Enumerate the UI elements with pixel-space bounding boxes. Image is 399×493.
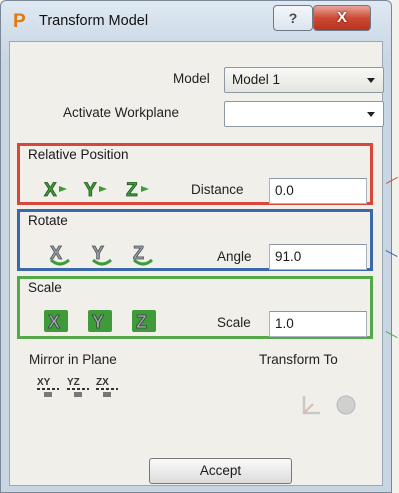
rotate-x-icon[interactable]: X	[47, 242, 73, 266]
transform-model-dialog: P Transform Model ? X Model Model 1 Acti…	[0, 0, 392, 493]
scale-input-value: 1.0	[275, 316, 294, 331]
angle-input-value: 91.0	[275, 249, 302, 264]
title-bar[interactable]: P Transform Model ? X	[1, 1, 391, 41]
scale-x-icon[interactable]: X	[43, 309, 69, 333]
scale-input[interactable]: 1.0	[269, 311, 367, 337]
distance-label: Distance	[191, 182, 244, 197]
close-icon: X	[336, 9, 347, 26]
model-select[interactable]: Model 1	[224, 67, 384, 93]
mirror-in-plane-label: Mirror in Plane	[29, 352, 117, 367]
workplane-select[interactable]	[224, 101, 384, 127]
mirror-xy-icon[interactable]: XY	[35, 374, 61, 400]
window-title: Transform Model	[39, 13, 149, 29]
mirror-yz-icon[interactable]: YZ	[65, 374, 91, 400]
transform-to-workplane-icon[interactable]	[299, 393, 323, 417]
help-button[interactable]: ?	[273, 5, 313, 31]
angle-label: Angle	[217, 249, 252, 264]
rotate-z-icon[interactable]: Z	[130, 242, 156, 266]
move-z-icon[interactable]: Z	[125, 177, 151, 201]
angle-input[interactable]: 91.0	[269, 244, 367, 270]
move-y-icon[interactable]: Y	[83, 177, 109, 201]
mirror-xy-text: XY	[37, 377, 51, 388]
mirror-zx-text: ZX	[96, 377, 109, 388]
app-logo-icon: P	[13, 11, 26, 32]
mirror-yz-text: YZ	[67, 377, 80, 388]
scale-title: Scale	[28, 280, 62, 295]
accept-button[interactable]: Accept	[149, 458, 292, 484]
close-button[interactable]: X	[313, 5, 371, 31]
model-select-value: Model 1	[232, 72, 281, 87]
workplane-label: Activate Workplane	[63, 105, 180, 120]
help-icon: ?	[288, 10, 298, 26]
svg-text:Z: Z	[126, 180, 138, 201]
rotate-y-icon[interactable]: Y	[89, 242, 115, 266]
distance-input[interactable]: 0.0	[269, 178, 367, 204]
svg-text:X: X	[44, 180, 57, 201]
svg-text:Z: Z	[136, 312, 147, 332]
chevron-down-icon	[367, 112, 375, 117]
svg-text:Y: Y	[84, 180, 97, 201]
scale-label: Scale	[217, 315, 251, 330]
svg-text:X: X	[48, 312, 60, 332]
scale-z-icon[interactable]: Z	[131, 309, 157, 333]
move-x-icon[interactable]: X	[43, 177, 69, 201]
relative-position-title: Relative Position	[28, 147, 129, 162]
svg-text:Y: Y	[92, 312, 104, 332]
rotate-title: Rotate	[28, 213, 68, 228]
transform-to-origin-icon[interactable]	[335, 394, 357, 416]
model-label: Model	[173, 71, 210, 86]
chevron-down-icon	[367, 78, 375, 83]
distance-input-value: 0.0	[275, 183, 294, 198]
scale-y-icon[interactable]: Y	[87, 309, 113, 333]
mirror-zx-icon[interactable]: ZX	[94, 374, 120, 400]
transform-to-label: Transform To	[259, 352, 338, 367]
